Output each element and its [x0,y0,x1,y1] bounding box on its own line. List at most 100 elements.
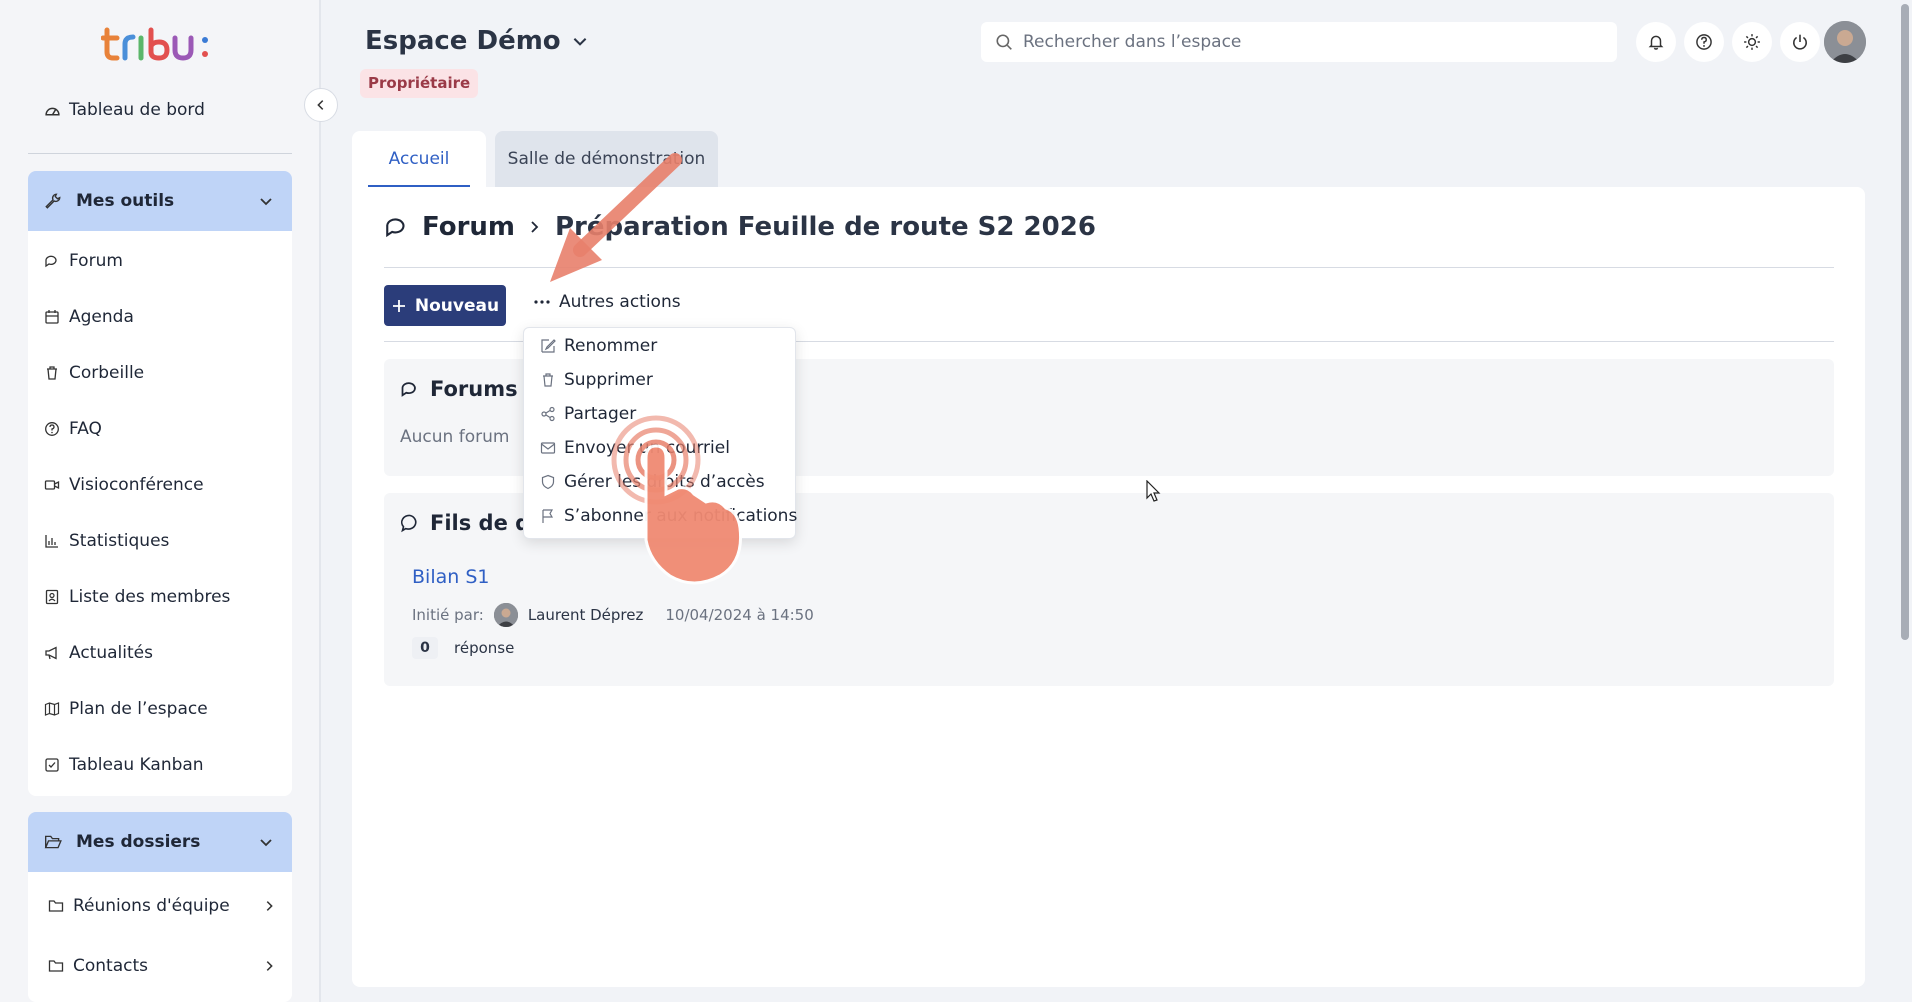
tools-section-header[interactable]: Mes outils [28,171,292,231]
menu-item-label: Supprimer [564,370,653,390]
sidebar-item-label: FAQ [69,419,102,439]
sidebar-item-faq[interactable]: FAQ [44,419,102,439]
sidebar-item-label: Forum [69,251,123,271]
thread-replies: 0 réponse [412,637,514,659]
menu-item-delete[interactable]: Supprimer [540,370,653,390]
thread-date: 10/04/2024 à 14:50 [665,606,814,624]
notifications-button[interactable] [1636,22,1676,62]
more-actions-menu: Renommer Supprimer Partager Envoyer un c… [523,327,797,539]
chevron-down-icon [260,198,272,206]
map-icon [44,702,60,716]
chevron-right-icon [266,961,273,971]
role-badge: Propriétaire [360,69,479,98]
sidebar-item-forum[interactable]: Forum [44,251,123,271]
trash-icon [543,373,553,387]
bell-icon [1648,35,1664,50]
search-icon [996,34,1012,50]
new-button[interactable]: Nouveau [384,285,506,326]
sidebar-item-map[interactable]: Plan de l’espace [44,699,208,719]
folders-section-list: Réunions d'équipe Contacts [28,872,292,1002]
sidebar-item-members[interactable]: Liste des membres [44,587,230,607]
members-icon [45,589,59,605]
folders-section-header[interactable]: Mes dossiers [28,812,292,872]
search-bar[interactable] [981,22,1617,62]
menu-item-access-rights[interactable]: Gérer les droits d’accès [540,472,765,492]
dashboard-link[interactable]: Tableau de bord [44,100,205,120]
theme-toggle-button[interactable] [1732,22,1772,62]
folder-open-icon [44,835,62,849]
forums-empty-text: Aucun forum [400,427,510,447]
scrollbar-thumb[interactable] [1901,4,1909,640]
more-actions-button[interactable]: Autres actions [533,292,681,312]
user-avatar[interactable] [1824,21,1866,63]
calendar-icon [45,310,59,324]
sidebar-item-visio[interactable]: Visioconférence [44,475,204,495]
help-icon [45,422,59,436]
shield-icon [541,474,555,490]
more-dots-icon [534,300,550,304]
collapse-sidebar-button[interactable] [304,88,338,122]
sun-icon [1744,34,1760,50]
help-icon [1696,34,1712,50]
forums-title-text: Forums [430,377,518,401]
tab-salle-demo[interactable]: Salle de démonstration [495,131,718,187]
author-avatar-image [493,603,518,627]
folder-item-contacts[interactable]: Contacts [48,956,276,976]
menu-item-label: Gérer les droits d’accès [564,472,765,492]
mail-icon [540,442,556,454]
sidebar-item-label: Liste des membres [69,587,231,607]
breadcrumb-root[interactable]: Forum [422,212,515,242]
plus-icon [392,299,405,312]
sidebar-item-label: Actualités [69,643,153,663]
tools-section-label: Mes outils [76,191,175,211]
sidebar-item-stats[interactable]: Statistiques [44,531,169,551]
tribu-logo[interactable] [100,22,221,64]
sidebar-item-label: Visioconférence [69,475,204,495]
megaphone-icon [45,646,57,660]
help-button[interactable] [1684,22,1724,62]
mouse-cursor-icon [1146,480,1161,502]
breadcrumb: Forum Préparation Feuille de route S2 20… [384,212,1096,242]
sidebar-item-kanban[interactable]: Tableau Kanban [44,755,204,775]
more-actions-label: Autres actions [559,292,681,312]
sidebar-item-label: Statistiques [69,531,170,551]
tab-accueil[interactable]: Accueil [352,131,486,187]
reply-label: réponse [454,639,515,657]
tools-section-list: Forum Agenda Corbeille FAQ Visioconféren… [28,231,292,796]
menu-item-rename[interactable]: Renommer [540,336,657,356]
logout-button[interactable] [1780,22,1820,62]
stats-icon [45,535,58,548]
menu-item-label: S’abonner aux notifications [564,506,798,526]
space-selector[interactable]: Espace Démo [365,26,589,56]
chevron-down-icon [573,38,587,46]
avatar-image [1824,21,1866,63]
menu-item-subscribe[interactable]: S’abonner aux notifications [540,506,797,526]
space-title: Espace Démo [365,26,561,56]
forums-panel-title: Forums [400,377,518,401]
power-icon [1793,34,1807,50]
thread-link[interactable]: Bilan S1 [412,566,489,588]
menu-item-label: Partager [564,404,637,424]
menu-item-share[interactable]: Partager [540,404,636,424]
page-scrollbar[interactable] [1898,0,1912,1002]
sidebar-item-news[interactable]: Actualités [44,643,153,663]
chat-icon [400,514,417,533]
video-icon [44,480,60,490]
menu-item-label: Envoyer un courriel [564,438,730,458]
menu-item-email[interactable]: Envoyer un courriel [540,438,730,458]
forum-icon [401,382,416,397]
dashboard-label: Tableau de bord [69,100,205,120]
folders-section-label: Mes dossiers [76,832,201,852]
new-button-label: Nouveau [414,295,500,316]
folder-item-reunions[interactable]: Réunions d'équipe [48,896,276,916]
search-input[interactable] [1023,32,1603,52]
author-avatar [493,603,518,627]
thread-meta: Initié par: Laurent Déprez 10/04/2024 à … [412,603,814,627]
thread-author: Laurent Déprez [527,606,644,624]
sidebar-item-label: Plan de l’espace [69,699,208,719]
wrench-icon [45,193,61,209]
sidebar-divider [28,153,292,154]
sidebar-item-corbeille[interactable]: Corbeille [44,363,144,383]
sidebar-item-agenda[interactable]: Agenda [44,307,134,327]
flag-icon [542,509,554,523]
